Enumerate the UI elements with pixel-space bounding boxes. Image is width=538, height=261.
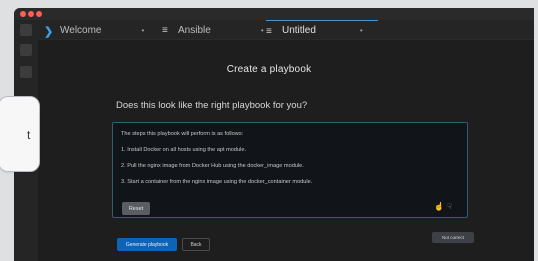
step-item: 3. Start a container from the nginx imag… bbox=[121, 179, 313, 185]
tab-label: Ansible bbox=[178, 24, 211, 36]
tab-label: Welcome bbox=[60, 24, 102, 36]
question-text: Does this look like the right playbook f… bbox=[116, 100, 308, 111]
menu-icon: ≡ bbox=[162, 25, 168, 36]
window-minimize-dot[interactable] bbox=[28, 11, 34, 17]
close-icon[interactable]: • bbox=[142, 26, 145, 35]
steps-intro: The steps this playbook will perform is … bbox=[121, 131, 244, 137]
editor-tabs: ❯ Welcome • ≡ Ansible • ≡ Untitled • bbox=[38, 20, 534, 40]
thumbs-down-icon[interactable]: ☟ bbox=[447, 202, 452, 211]
page-title: Create a playbook bbox=[226, 64, 312, 75]
close-icon[interactable]: • bbox=[360, 26, 363, 35]
overlay-card: t bbox=[0, 96, 40, 172]
step-item: 1. Install Docker on all hosts using the… bbox=[121, 147, 246, 153]
back-button[interactable]: Back bbox=[182, 238, 210, 251]
reset-button[interactable]: Reset bbox=[122, 202, 150, 215]
window-close-dot[interactable] bbox=[20, 11, 26, 17]
overlay-card-text: t bbox=[27, 128, 31, 142]
explorer-icon[interactable] bbox=[20, 24, 32, 36]
thumbs-up-icon[interactable]: ☝ bbox=[434, 202, 444, 211]
generate-playbook-button[interactable]: Generate playbook bbox=[117, 238, 177, 251]
feedback-tooltip: Not correct bbox=[432, 232, 474, 243]
playbook-steps-panel: The steps this playbook will perform is … bbox=[112, 122, 468, 218]
menu-icon: ≡ bbox=[266, 25, 272, 37]
step-item: 2. Pull the nginx image from Docker Hub … bbox=[121, 163, 304, 169]
window-zoom-dot[interactable] bbox=[36, 11, 42, 17]
window-titlebar bbox=[14, 8, 534, 20]
tab-label: Untitled bbox=[282, 25, 316, 36]
tab-ansible[interactable]: ≡ Ansible • bbox=[162, 20, 264, 40]
vscode-icon: ❯ bbox=[44, 26, 54, 38]
tab-untitled[interactable]: ≡ Untitled • bbox=[266, 20, 378, 40]
tab-welcome[interactable]: ❯ Welcome • bbox=[44, 20, 144, 40]
close-icon[interactable]: • bbox=[261, 26, 264, 35]
search-icon[interactable] bbox=[20, 44, 32, 56]
